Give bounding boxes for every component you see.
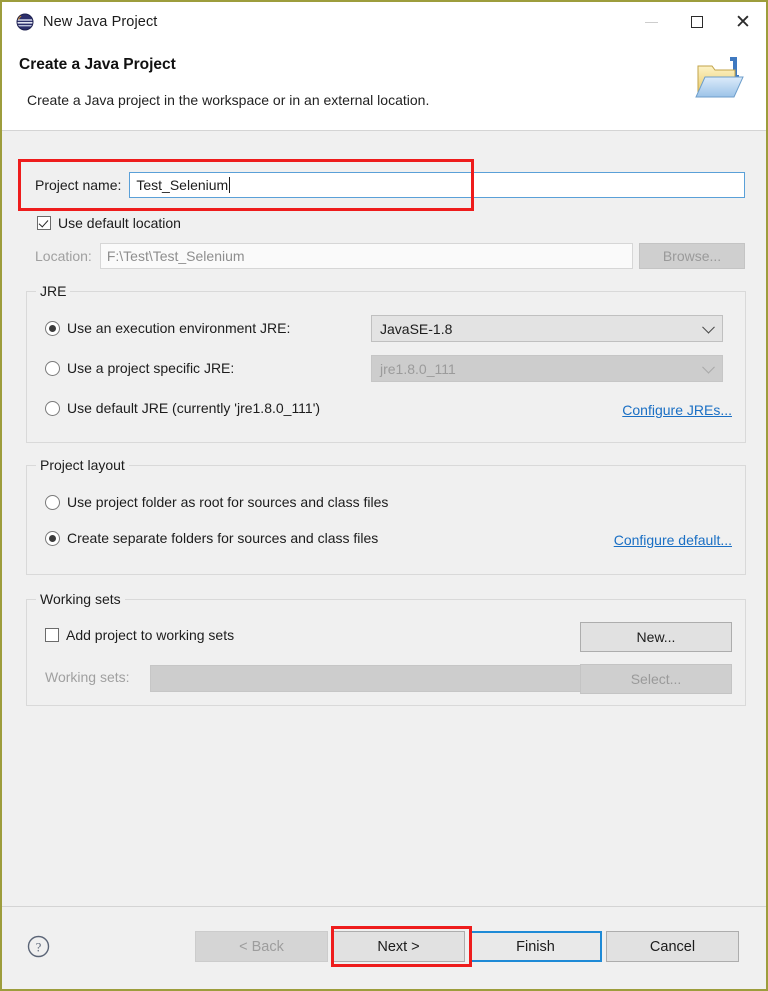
location-input[interactable]: F:\Test\Test_Selenium: [99, 243, 633, 269]
jre-project-specific-label: Use a project specific JRE:: [67, 360, 235, 376]
jre-option-default[interactable]: Use default JRE (currently 'jre1.8.0_111…: [45, 400, 320, 416]
location-value: F:\Test\Test_Selenium: [106, 248, 245, 264]
new-java-project-dialog: New Java Project ✕ Create a Java Project…: [0, 0, 768, 991]
jre-default-radio[interactable]: [45, 400, 60, 416]
dialog-header: Create a Java Project Create a Java proj…: [2, 42, 766, 131]
help-icon[interactable]: ?: [27, 935, 50, 958]
working-sets-combo[interactable]: [150, 665, 602, 692]
layout-option-project-folder-root[interactable]: Use project folder as root for sources a…: [45, 494, 388, 510]
cancel-button[interactable]: Cancel: [606, 931, 739, 962]
use-default-location-checkbox[interactable]: [37, 216, 51, 230]
project-specific-jre-value: jre1.8.0_111: [380, 360, 456, 377]
use-default-location-label: Use default location: [58, 215, 181, 231]
jre-execution-environment-label: Use an execution environment JRE:: [67, 320, 291, 336]
select-working-set-button[interactable]: Select...: [580, 664, 732, 694]
working-sets-group-title: Working sets: [36, 591, 125, 607]
layout-option-separate-folders[interactable]: Create separate folders for sources and …: [45, 530, 378, 546]
jre-group-title: JRE: [36, 283, 71, 299]
jre-project-specific-radio[interactable]: [45, 360, 60, 376]
finish-button[interactable]: Finish: [469, 931, 602, 962]
project-name-input[interactable]: Test_Selenium: [129, 172, 745, 198]
next-button[interactable]: Next >: [332, 931, 465, 962]
minimize-icon[interactable]: [628, 2, 674, 42]
configure-jres-link[interactable]: Configure JREs...: [622, 402, 732, 418]
layout-separate-folders-radio[interactable]: [45, 530, 60, 546]
window-controls: ✕: [628, 2, 766, 42]
text-caret: [229, 177, 231, 193]
working-sets-label: Working sets:: [45, 669, 130, 685]
title-bar: New Java Project ✕: [2, 2, 766, 42]
location-row: Location: F:\Test\Test_Selenium Browse..…: [35, 243, 745, 269]
execution-environment-value: JavaSE-1.8: [380, 320, 453, 337]
configure-default-link[interactable]: Configure default...: [614, 532, 732, 548]
project-layout-group: Project layout Use project folder as roo…: [26, 457, 746, 575]
chevron-down-icon: [702, 360, 715, 374]
new-working-set-button[interactable]: New...: [580, 622, 732, 652]
svg-text:?: ?: [36, 940, 42, 954]
add-to-working-sets-checkbox[interactable]: [45, 628, 59, 642]
project-layout-group-title: Project layout: [36, 457, 129, 473]
jre-default-label: Use default JRE (currently 'jre1.8.0_111…: [67, 400, 321, 416]
location-label: Location:: [35, 248, 92, 264]
new-java-project-folder-icon: [690, 49, 752, 111]
project-name-row: Project name: Test_Selenium: [35, 171, 745, 199]
layout-project-folder-root-label: Use project folder as root for sources a…: [67, 494, 389, 510]
maximize-icon[interactable]: [674, 2, 720, 42]
working-sets-group: Working sets Add project to working sets…: [26, 591, 746, 706]
window-title: New Java Project: [43, 14, 158, 30]
project-name-value: Test_Selenium: [136, 177, 229, 193]
jre-execution-environment-radio[interactable]: [45, 320, 60, 336]
execution-environment-combo[interactable]: JavaSE-1.8: [371, 315, 723, 342]
jre-group: JRE Use an execution environment JRE: Ja…: [26, 283, 746, 443]
dialog-footer: ? < Back Next > Finish Cancel: [2, 906, 766, 989]
browse-button[interactable]: Browse...: [639, 243, 745, 269]
java-project-icon: [16, 13, 34, 31]
layout-separate-folders-label: Create separate folders for sources and …: [67, 530, 379, 546]
project-name-label: Project name:: [35, 177, 122, 193]
back-button[interactable]: < Back: [195, 931, 328, 962]
footer-button-group: < Back Next > Finish Cancel: [195, 931, 739, 962]
project-specific-jre-combo[interactable]: jre1.8.0_111: [371, 355, 723, 382]
jre-option-project-specific[interactable]: Use a project specific JRE:: [45, 360, 234, 376]
dialog-body: Project name: Test_Selenium Use default …: [2, 131, 766, 906]
close-icon[interactable]: ✕: [720, 2, 766, 42]
add-to-working-sets-label: Add project to working sets: [66, 627, 235, 643]
page-description: Create a Java project in the workspace o…: [27, 92, 430, 108]
jre-option-execution-environment[interactable]: Use an execution environment JRE:: [45, 320, 290, 336]
layout-project-folder-root-radio[interactable]: [45, 494, 60, 510]
add-to-working-sets-row[interactable]: Add project to working sets: [45, 627, 234, 643]
chevron-down-icon: [702, 320, 715, 334]
use-default-location-row[interactable]: Use default location: [37, 215, 181, 231]
page-title: Create a Java Project: [19, 56, 176, 73]
